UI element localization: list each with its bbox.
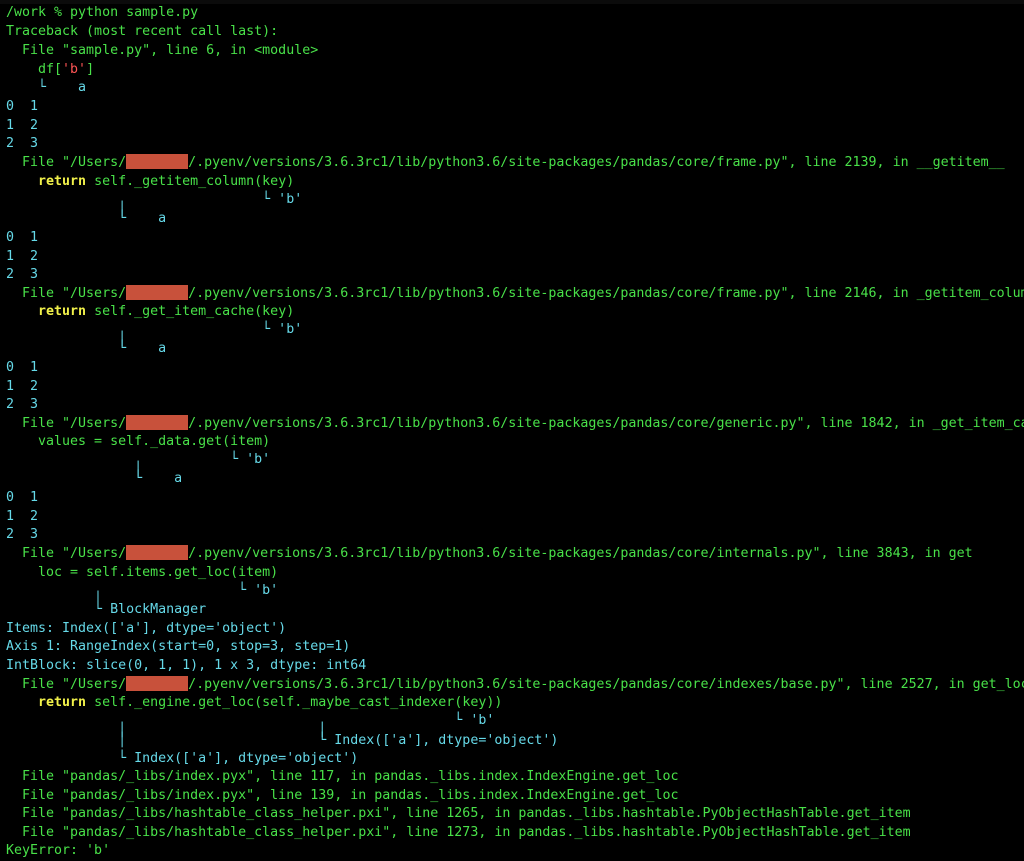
- file-path-text: /.pyenv/versions/3.6.3rc1/lib/python3.6/…: [188, 155, 1005, 170]
- frame-code-line: return self._get_item_cache(key): [6, 303, 294, 322]
- frame-file-line: File "/Users/ /.pyenv/versions/3.6.3rc1/l…: [6, 545, 973, 564]
- redacted-username: [126, 676, 189, 691]
- file-path-text: /.pyenv/versions/3.6.3rc1/lib/python3.6/…: [188, 546, 973, 561]
- code-text: self._engine.get_loc(self._maybe_cast_in…: [86, 695, 503, 710]
- file-path-text: /.pyenv/versions/3.6.3rc1/lib/python3.6/…: [188, 416, 1024, 431]
- lib-frame-line: File "pandas/_libs/index.pyx", line 139,…: [6, 788, 679, 803]
- value-line: 2 3: [6, 397, 39, 412]
- prompt-line: /work % python sample.py: [6, 5, 199, 20]
- string-literal: 'b': [62, 62, 87, 77]
- variable-annotation: │ └ Index(['a'], dtype='object'): [6, 733, 559, 748]
- variable-annotation: └ a: [6, 341, 167, 356]
- redacted-username: [126, 545, 189, 560]
- value-line: 0 1: [6, 99, 39, 114]
- frame-file-line: File "/Users/ /.pyenv/versions/3.6.3rc1/l…: [6, 676, 1024, 695]
- variable-annotation: └ a: [6, 471, 183, 486]
- value-line: 2 3: [6, 267, 39, 282]
- value-line: 0 1: [6, 490, 39, 505]
- value-line: 1 2: [6, 379, 39, 394]
- value-line: 1 2: [6, 509, 39, 524]
- value-line: Axis 1: RangeIndex(start=0, stop=3, step…: [6, 639, 351, 654]
- variable-annotation: └ a: [6, 211, 167, 226]
- terminal-window[interactable]: /work % python sample.py Traceback (most…: [0, 0, 1024, 861]
- file-path-text: File "/Users/: [6, 286, 127, 301]
- keyword: return: [6, 695, 87, 710]
- frame-code-line: loc = self.items.get_loc(item): [6, 565, 279, 580]
- lib-frame-line: File "pandas/_libs/hashtable_class_helpe…: [6, 806, 911, 821]
- value-line: 1 2: [6, 118, 39, 133]
- traceback-header: Traceback (most recent call last):: [6, 24, 279, 39]
- code-text: self._getitem_column(key): [86, 174, 295, 189]
- frame-file-line: File "sample.py", line 6, in <module>: [6, 43, 319, 58]
- lib-frame-line: File "pandas/_libs/index.pyx", line 117,…: [6, 769, 679, 784]
- code-text: ]: [86, 62, 95, 77]
- variable-annotation: └ BlockManager: [6, 602, 207, 617]
- code-text: self._get_item_cache(key): [86, 304, 295, 319]
- frame-code-line: df['b']: [6, 61, 94, 80]
- variable-annotation: └ a: [6, 80, 87, 95]
- file-path-text: File "/Users/: [6, 677, 127, 692]
- value-line: 2 3: [6, 527, 39, 542]
- frame-file-line: File "/Users/ /.pyenv/versions/3.6.3rc1/l…: [6, 285, 1024, 304]
- frame-code-line: return self._engine.get_loc(self._maybe_…: [6, 694, 502, 713]
- keyword: return: [6, 304, 87, 319]
- frame-file-line: File "/Users/ /.pyenv/versions/3.6.3rc1/l…: [6, 154, 1005, 173]
- file-path-text: File "/Users/: [6, 416, 127, 431]
- value-line: Items: Index(['a'], dtype='object'): [6, 621, 287, 636]
- file-path-text: File "/Users/: [6, 546, 127, 561]
- redacted-username: [126, 415, 189, 430]
- code-text: df[: [6, 62, 63, 77]
- lib-frame-line: File "pandas/_libs/hashtable_class_helpe…: [6, 825, 911, 840]
- error-line: KeyError: 'b': [6, 843, 111, 858]
- frame-code-line: return self._getitem_column(key): [6, 173, 294, 192]
- value-line: 2 3: [6, 136, 39, 151]
- value-line: 0 1: [6, 360, 39, 375]
- file-path-text: /.pyenv/versions/3.6.3rc1/lib/python3.6/…: [188, 677, 1024, 692]
- frame-code-line: values = self._data.get(item): [6, 434, 271, 449]
- keyword: return: [6, 174, 87, 189]
- file-path-text: /.pyenv/versions/3.6.3rc1/lib/python3.6/…: [188, 286, 1024, 301]
- redacted-username: [126, 154, 189, 169]
- frame-file-line: File "/Users/ /.pyenv/versions/3.6.3rc1/l…: [6, 415, 1024, 434]
- variable-annotation: └ Index(['a'], dtype='object'): [6, 751, 359, 766]
- value-line: 0 1: [6, 230, 39, 245]
- value-line: 1 2: [6, 249, 39, 264]
- file-path-text: File "/Users/: [6, 155, 127, 170]
- value-line: IntBlock: slice(0, 1, 1), 1 x 3, dtype: …: [6, 658, 367, 673]
- redacted-username: [126, 285, 189, 300]
